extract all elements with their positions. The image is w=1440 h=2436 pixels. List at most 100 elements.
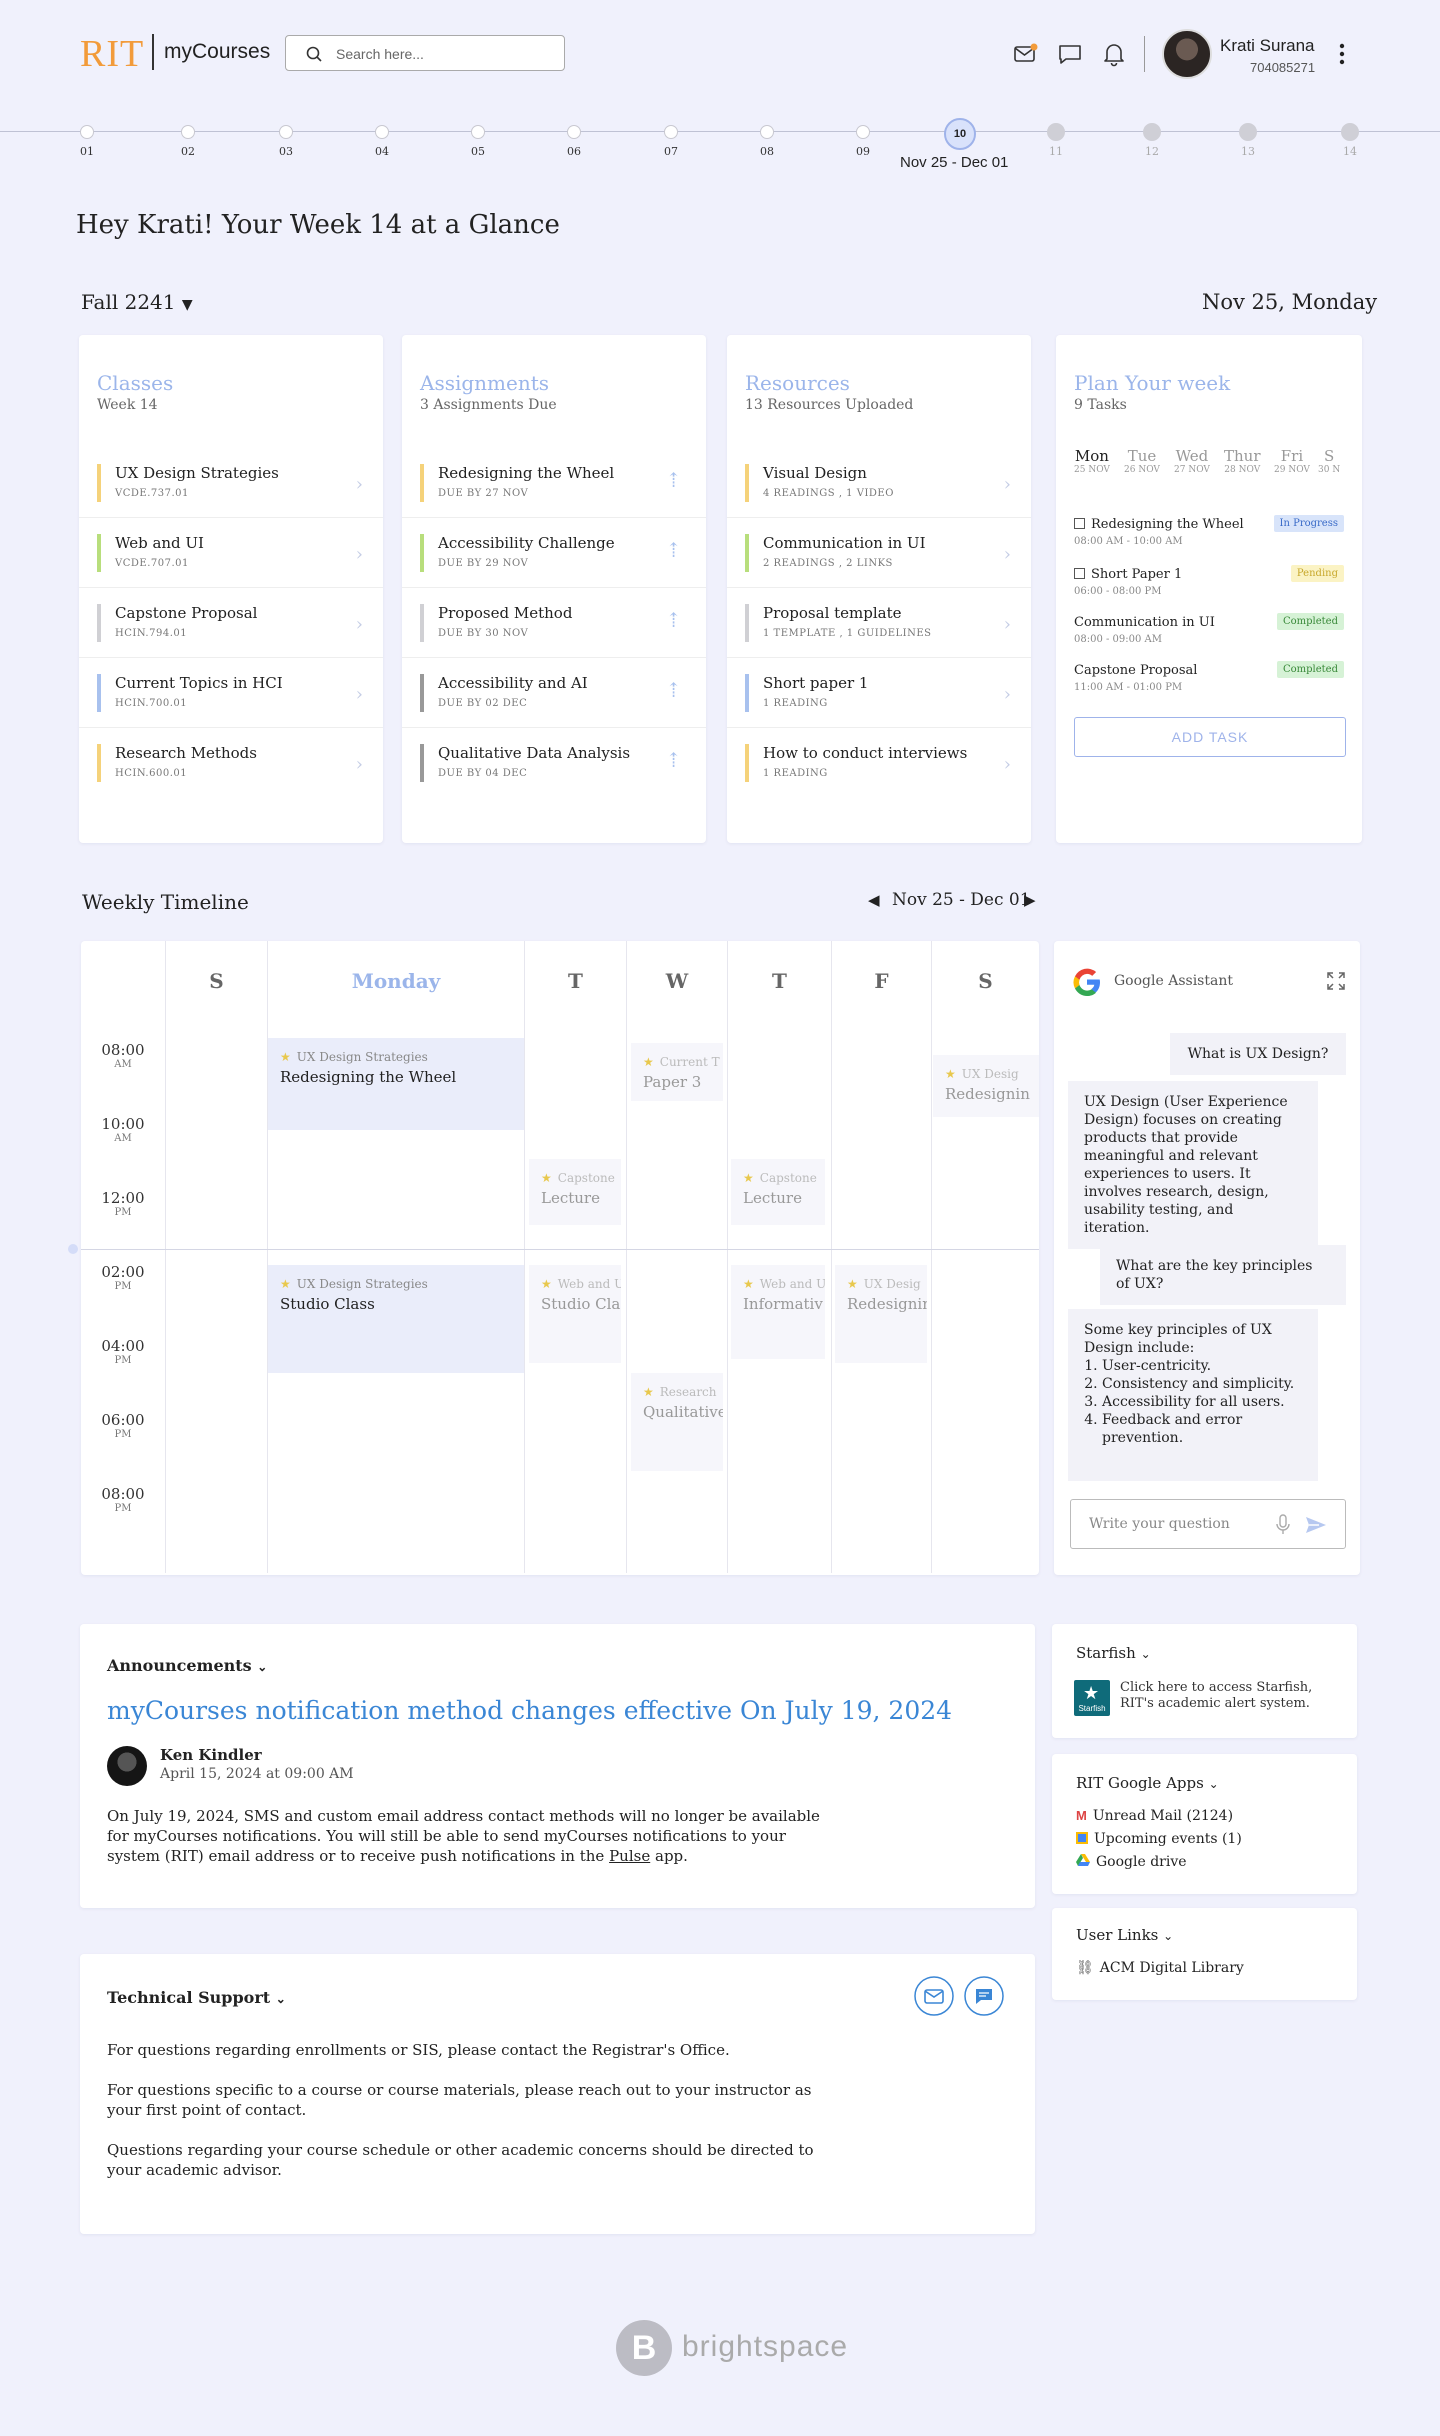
user-links-dropdown[interactable]: User Links ⌄ [1076,1926,1173,1944]
acm-link[interactable]: ⛓ ACM Digital Library [1076,1960,1244,1976]
week-dot[interactable] [1047,123,1065,141]
timeline-event[interactable]: ★ UX Design Strategies Studio Class [268,1265,524,1373]
resources-row[interactable]: Visual Design 4 READINGS , 1 VIDEO › [727,450,1031,518]
timeline-event[interactable]: ★ UX Desig Redesignin [933,1055,1039,1117]
plan-task[interactable]: Communication in UI 08:00 - 09:00 AM [1074,615,1215,645]
bell-icon[interactable] [1100,40,1128,68]
chevron-right-icon[interactable]: › [1004,544,1011,565]
assignments-row[interactable]: Proposed Method DUE BY 30 NOV ⇡ [402,590,706,658]
plan-task[interactable]: Capstone Proposal 11:00 AM - 01:00 PM [1074,663,1197,693]
announcements-dropdown[interactable]: Announcements ⌄ [107,1656,267,1675]
resources-row[interactable]: How to conduct interviews 1 READING › [727,730,1031,798]
chevron-right-icon[interactable]: › [356,474,363,495]
plan-day-tab[interactable]: Wed 27 NOV [1174,447,1210,475]
email-support-icon[interactable] [914,1976,954,2016]
chevron-right-icon[interactable]: › [1004,614,1011,635]
assignments-row[interactable]: Redesigning the Wheel DUE BY 27 NOV ⇡ [402,450,706,518]
chevron-right-icon[interactable]: › [356,614,363,635]
mail-notification-icon[interactable] [1012,40,1040,68]
week-dot[interactable] [279,125,293,139]
classes-title[interactable]: Classes [97,371,173,395]
term-selector[interactable]: Fall 2241 ▼ [81,290,193,314]
assignments-row[interactable]: Accessibility Challenge DUE BY 29 NOV ⇡ [402,520,706,588]
week-dot[interactable] [1143,123,1161,141]
timeline-event[interactable]: ★ UX Design Strategies Redesigning the Whe… [268,1038,524,1130]
starfish-dropdown[interactable]: Starfish ⌄ [1076,1644,1151,1662]
classes-row[interactable]: UX Design Strategies VCDE.737.01 › [79,450,383,518]
upload-icon[interactable]: ⇡ [665,608,682,632]
classes-row[interactable]: Research Methods HCIN.600.01 › [79,730,383,798]
plan-day-tab[interactable]: Fri 29 NOV [1274,447,1310,475]
plan-task[interactable]: Short Paper 1 06:00 - 08:00 PM [1074,567,1182,597]
upload-icon[interactable]: ⇡ [665,678,682,702]
gmail-link[interactable]: M Unread Mail (2124) [1076,1804,1242,1828]
plan-title[interactable]: Plan Your week [1074,371,1230,395]
task-checkbox[interactable] [1074,568,1085,579]
timeline-event[interactable]: ★ Current T Paper 3 [631,1043,723,1101]
starfish-description[interactable]: Click here to access Starfish, RIT's aca… [1120,1680,1340,1712]
week-dot[interactable] [760,125,774,139]
starfish-logo-icon[interactable]: ★ Starfish [1074,1680,1110,1716]
timeline-event[interactable]: ★ Capstone Lecture [529,1159,621,1225]
search-input[interactable]: Search here... [285,35,565,71]
question-input[interactable]: Write your question [1070,1499,1346,1549]
timeline-event[interactable]: ★ Web and U Studio Clas [529,1265,621,1363]
add-task-button[interactable]: ADD TASK [1074,717,1346,757]
chevron-right-icon[interactable]: › [356,684,363,705]
chat-icon[interactable] [1056,40,1084,68]
assignments-row[interactable]: Qualitative Data Analysis DUE BY 04 DEC ⇡ [402,730,706,798]
week-dot[interactable] [181,125,195,139]
classes-row[interactable]: Current Topics in HCI HCIN.700.01 › [79,660,383,728]
google-apps-dropdown[interactable]: RIT Google Apps ⌄ [1076,1774,1219,1792]
chevron-right-icon[interactable]: › [1004,754,1011,775]
week-dot[interactable] [567,125,581,139]
more-menu-icon[interactable] [1338,42,1346,66]
rit-logo[interactable]: RIT [80,32,144,76]
week-dot[interactable] [856,125,870,139]
microphone-icon[interactable] [1275,1514,1291,1536]
timeline-event[interactable]: ★ UX Desig Redesignin [835,1265,927,1363]
current-week-marker[interactable]: 10 [944,118,976,150]
timeline-event[interactable]: ★ Capstone Lecture [731,1159,825,1225]
plan-task[interactable]: Redesigning the Wheel 08:00 AM - 10:00 AM [1074,517,1244,547]
week-dot[interactable] [375,125,389,139]
classes-row[interactable]: Web and UI VCDE.707.01 › [79,520,383,588]
resources-row[interactable]: Communication in UI 2 READINGS , 2 LINKS › [727,520,1031,588]
upload-icon[interactable]: ⇡ [665,468,682,492]
week-dot[interactable] [80,125,94,139]
resources-row[interactable]: Short paper 1 1 READING › [727,660,1031,728]
assignments-row[interactable]: Accessibility and AI DUE BY 02 DEC ⇡ [402,660,706,728]
plan-day-tab[interactable]: Mon 25 NOV [1074,447,1110,475]
next-week-icon[interactable]: ▶ [1024,891,1036,909]
expand-icon[interactable] [1326,971,1346,991]
chevron-right-icon[interactable]: › [1004,684,1011,705]
resources-title[interactable]: Resources [745,371,850,395]
timeline-event[interactable]: ★ Web and U Informativ [731,1265,825,1359]
plan-day-tab[interactable]: Thur 28 NOV [1224,447,1261,475]
send-icon[interactable] [1305,1516,1327,1534]
app-name[interactable]: myCourses [164,40,270,64]
task-checkbox[interactable] [1074,518,1085,529]
announcement-headline[interactable]: myCourses notification method changes ef… [107,1696,952,1725]
plan-day-tab[interactable]: Tue 26 NOV [1124,447,1160,475]
assignments-title[interactable]: Assignments [420,371,549,395]
pulse-link[interactable]: Pulse [609,1847,650,1865]
upload-icon[interactable]: ⇡ [665,748,682,772]
resources-row[interactable]: Proposal template 1 TEMPLATE , 1 GUIDELIN… [727,590,1031,658]
plan-day-tab[interactable]: S 30 N [1318,447,1340,475]
classes-row[interactable]: Capstone Proposal HCIN.794.01 › [79,590,383,658]
upload-icon[interactable]: ⇡ [665,538,682,562]
timeline-event[interactable]: ★ Research Qualitative [631,1373,723,1471]
calendar-link[interactable]: Upcoming events (1) [1076,1828,1242,1851]
support-dropdown[interactable]: Technical Support ⌄ [107,1988,286,2007]
chevron-right-icon[interactable]: › [1004,474,1011,495]
prev-week-icon[interactable]: ◀ [868,891,880,909]
chevron-right-icon[interactable]: › [356,754,363,775]
week-dot[interactable] [1341,123,1359,141]
chat-support-icon[interactable] [964,1976,1004,2016]
week-dot[interactable] [471,125,485,139]
avatar[interactable] [1162,29,1212,79]
drive-link[interactable]: Google drive [1076,1851,1242,1874]
chevron-right-icon[interactable]: › [356,544,363,565]
week-dot[interactable] [1239,123,1257,141]
